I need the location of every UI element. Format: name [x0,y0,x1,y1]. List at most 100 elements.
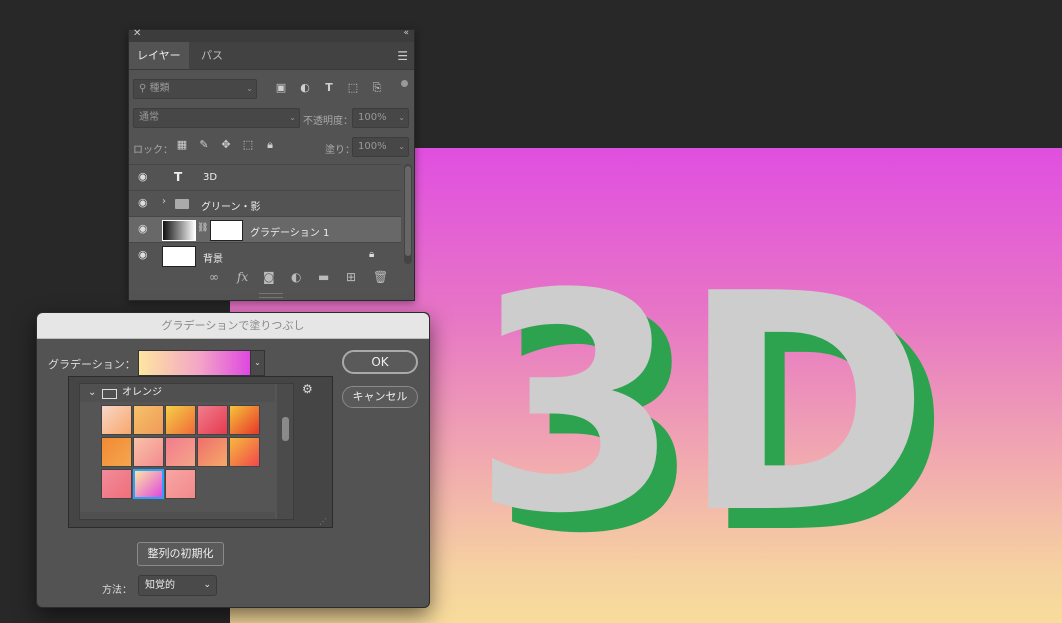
gradient-label: グラデーション： [48,358,136,371]
smart-object-filter-icon[interactable]: ⎘ [369,81,385,95]
chevron-down-icon: ⌄ [289,113,296,122]
opacity-value: 100% [358,112,387,123]
gradient-preset-swatch[interactable] [197,437,228,467]
gradient-preset-swatch[interactable] [165,405,196,435]
text-layer-icon: T [174,170,183,184]
panel-tabs: レイヤー パス ☰ [129,42,414,70]
resize-handle[interactable] [259,293,283,298]
ok-button[interactable]: OK [342,350,418,374]
gradient-preset-swatch[interactable] [101,437,132,467]
gradient-preset-swatch[interactable] [133,405,164,435]
reset-alignment-button[interactable]: 整列の初期化 [137,542,224,566]
layers-panel: ✕ « レイヤー パス ☰ ⚲ 種類 ⌄ ▣ ◐ T ⬚ ⎘ 通常 ⌄ 不透明度… [128,28,415,301]
gradient-preview-swatch[interactable] [138,350,251,376]
new-layer-icon[interactable]: ⊞ [346,270,356,284]
trash-icon[interactable]: 🗑︎ [373,270,388,284]
chevron-down-icon: ⌄ [398,142,405,151]
preset-list: ⌄ オレンジ [79,383,294,520]
panel-titlebar: ✕ « [129,28,414,42]
opacity-label: 不透明度： [303,116,353,127]
layer-name: 3D [203,172,218,183]
lock-icon: 🔒︎ [369,249,375,260]
panel-menu-icon[interactable]: ☰ [397,49,408,63]
dialog-title: グラデーションで塗りつぶし [37,313,429,339]
layer-filter-select[interactable]: ⚲ 種類 ⌄ [133,79,257,99]
filter-kind-label: 種類 [149,83,170,94]
shape-filter-icon[interactable]: ⬚ [345,81,361,94]
layers-footer: ∞ fx ◙ ◐ ▬ ⊞ 🗑︎ [129,268,412,290]
layer-row-3d[interactable]: ◉ T 3D [129,164,401,191]
gradient-dropdown-button[interactable]: ⌄ [250,350,265,376]
gradient-preset-swatch[interactable] [101,405,132,435]
gradient-preset-swatch[interactable] [165,469,196,499]
gradient-preset-swatch[interactable] [101,469,132,499]
lock-move-icon[interactable]: ✥ [218,138,234,151]
background-thumbnail [162,246,196,267]
gradient-fill-dialog: グラデーションで塗りつぶし グラデーション： ⌄ OK キャンセル ⌄ オレンジ… [36,312,430,608]
lock-artboard-icon[interactable]: ⬚ [240,138,256,151]
link-icon[interactable]: ∞ [209,270,219,284]
gear-icon[interactable]: ⚙ [302,382,313,396]
tab-paths[interactable]: パス [193,42,231,69]
blend-mode-value: 通常 [139,112,159,123]
collapse-icon[interactable]: « [403,28,409,38]
gradient-preset-swatch[interactable] [133,469,164,499]
chain-link-icon[interactable]: ⛓ [197,223,208,233]
folder-name: オレンジ [122,387,162,398]
visibility-eye-icon[interactable]: ◉ [138,171,150,183]
lock-label: ロック： [133,145,173,156]
lock-transparent-icon[interactable]: ▦ [174,138,190,151]
visibility-eye-icon[interactable]: ◉ [138,197,150,209]
chevron-down-icon: ⌄ [398,113,405,122]
folder-icon [102,389,117,399]
mask-icon[interactable]: ◙ [263,270,275,284]
gradient-preset-picker: ⌄ オレンジ ⚙ ⋰ [68,376,333,528]
folder-icon[interactable]: ▬ [318,270,329,284]
fill-label: 塗り： [325,145,355,156]
next-folder-peek [80,512,275,519]
layers-scrollbar[interactable] [404,164,412,264]
layer-name: 背景 [203,254,223,265]
fill-field[interactable]: 100% ⌄ [352,137,409,157]
layer-row-group[interactable]: ◉ › グリーン・影 [129,190,401,217]
gradient-preset-swatch[interactable] [229,405,260,435]
method-value: 知覚的 [145,580,175,591]
adjustment-icon[interactable]: ◐ [291,270,301,284]
adjustment-filter-icon[interactable]: ◐ [297,81,313,94]
image-filter-icon[interactable]: ▣ [273,81,289,94]
gradient-preset-swatch[interactable] [197,405,228,435]
gradient-preset-swatch[interactable] [165,437,196,467]
gradient-thumbnail [162,220,196,241]
mask-thumbnail [210,220,243,241]
folder-icon [175,199,189,209]
3d-main-text: 3D [472,230,930,579]
blend-mode-select[interactable]: 通常 ⌄ [133,108,300,128]
lock-all-icon[interactable]: 🔒︎ [262,138,278,152]
chevron-down-icon: ⌄ [203,580,211,590]
visibility-eye-icon[interactable]: ◉ [138,223,150,235]
scrollbar-thumb[interactable] [405,166,411,256]
chevron-right-icon[interactable]: › [162,196,166,207]
scrollbar-thumb[interactable] [282,417,289,441]
method-select[interactable]: 知覚的 ⌄ [138,575,217,596]
gradient-preset-swatch[interactable] [133,437,164,467]
close-icon[interactable]: ✕ [133,28,141,39]
type-filter-icon[interactable]: T [321,81,337,94]
preset-folder-header[interactable]: ⌄ オレンジ [80,384,275,402]
layer-name: グリーン・影 [201,202,261,213]
cancel-button[interactable]: キャンセル [342,386,418,408]
chevron-down-icon: ⌄ [246,84,253,93]
visibility-eye-icon[interactable]: ◉ [138,249,150,261]
layer-name: グラデーション 1 [250,228,330,239]
tab-layers[interactable]: レイヤー [129,42,189,69]
chevron-down-icon[interactable]: ⌄ [88,384,96,402]
layer-row-gradient[interactable]: ◉ ⛓ グラデーション 1 [129,216,401,243]
layer-row-background[interactable]: ◉ 背景 🔒︎ [129,242,401,269]
fx-icon[interactable]: fx [237,270,248,284]
gradient-preset-swatch[interactable] [229,437,260,467]
resize-grip-icon[interactable]: ⋰ [319,517,327,526]
preset-scrollbar[interactable] [277,384,293,519]
lock-brush-icon[interactable]: ✎ [196,138,212,151]
filter-toggle[interactable] [401,80,408,87]
opacity-field[interactable]: 100% ⌄ [352,108,409,128]
